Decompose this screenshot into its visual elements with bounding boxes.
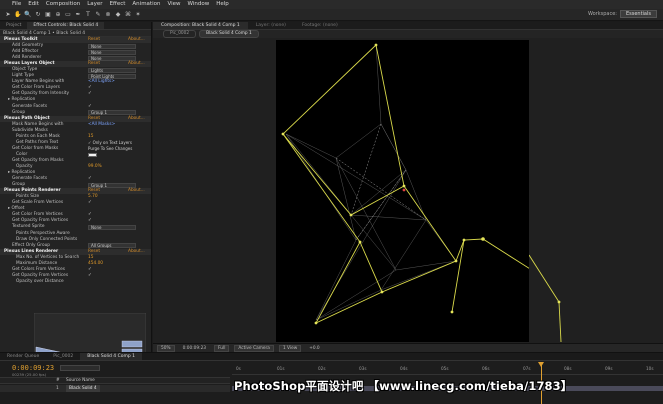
- menu-file[interactable]: File: [12, 0, 21, 9]
- column-source-name: Source Name: [66, 378, 95, 383]
- exposure-value[interactable]: +0.0: [306, 346, 322, 351]
- effect-controls-panel: Project Effect Controls: Black Solid 4 B…: [0, 22, 152, 352]
- toolbar: ➤ ✋ 🔍 ↻ ▣ ⊕ ▭ ✒ T ✎ ⊗ ◆ ⌘ ✶: [0, 9, 663, 21]
- clone-tool-icon[interactable]: ⊗: [104, 11, 112, 19]
- magnification-select[interactable]: 50%: [157, 344, 175, 352]
- menu-view[interactable]: View: [167, 0, 180, 9]
- composition-panel: Composition: Black Solid 4 Comp 1 Layer:…: [153, 22, 663, 352]
- time-ruler[interactable]: 0s 01s 02s 03s 04s 05s 06s 07s 08s 09s 10s: [232, 363, 663, 375]
- timeline-search-input[interactable]: [60, 365, 100, 371]
- menu-layer[interactable]: Layer: [87, 0, 102, 9]
- subtab-pic[interactable]: Pic_0002: [163, 30, 197, 38]
- property-dropdown[interactable]: All Groups: [88, 243, 136, 249]
- tab-footage[interactable]: Footage: (none): [294, 22, 346, 29]
- property-dropdown[interactable]: None: [88, 55, 136, 61]
- ruler-tick-label: 04s: [400, 366, 408, 371]
- arrow-tool-icon[interactable]: ➤: [4, 11, 12, 19]
- zoom-tool-icon[interactable]: 🔍: [24, 11, 32, 19]
- menu-composition[interactable]: Composition: [46, 0, 80, 9]
- property-label: Opacity over Distance: [16, 278, 64, 284]
- effect-property-list: Plexus Toolkit Reset About... Add Geometry N…: [0, 37, 151, 285]
- ruler-tick-label: 0s: [236, 366, 241, 371]
- menu-edit[interactable]: Edit: [28, 0, 39, 9]
- timeline-timecode[interactable]: 0:00:09:23: [12, 364, 54, 372]
- column-number: #: [56, 378, 60, 383]
- comp-panel-tabs: Composition: Black Solid 4 Comp 1 Layer:…: [153, 22, 663, 30]
- tab-composition[interactable]: Composition: Black Solid 4 Comp 1: [153, 22, 248, 29]
- current-time-display[interactable]: 0:00:09:23: [180, 346, 209, 351]
- brush-tool-icon[interactable]: ✎: [94, 11, 102, 19]
- eraser-tool-icon[interactable]: ◆: [114, 11, 122, 19]
- workspace-select[interactable]: Essentials: [619, 10, 657, 18]
- composition-viewer[interactable]: [276, 40, 529, 342]
- pen-tool-icon[interactable]: ✒: [74, 11, 82, 19]
- type-tool-icon[interactable]: T: [84, 11, 92, 19]
- ruler-tick-label: 09s: [605, 366, 613, 371]
- timeline-column-header: # Source Name: [0, 377, 230, 384]
- ruler-tick-label: 07s: [523, 366, 531, 371]
- tab-pic[interactable]: Pic_0002: [46, 353, 80, 360]
- tab-effect-controls[interactable]: Effect Controls: Black Solid 4: [27, 22, 105, 29]
- tab-render-queue[interactable]: Render Queue: [0, 353, 46, 360]
- property-dropdown[interactable]: Group 1: [88, 110, 136, 116]
- property-dropdown[interactable]: None: [88, 49, 136, 55]
- view-layout-select[interactable]: 1 View: [278, 344, 302, 352]
- ruler-tick-label: 01s: [277, 366, 285, 371]
- opacity-over-distance-graph[interactable]: [34, 313, 146, 352]
- layer-number: 1: [56, 386, 59, 391]
- after-effects-window: File Edit Composition Layer Effect Animation V…: [0, 0, 663, 404]
- roto-tool-icon[interactable]: ⌘: [124, 11, 132, 19]
- color-swatch[interactable]: [88, 152, 97, 157]
- ruler-tick-label: 05s: [441, 366, 449, 371]
- puppet-tool-icon[interactable]: ✶: [134, 11, 142, 19]
- camera-select[interactable]: Active Camera: [234, 344, 274, 352]
- mask-overflow-path: [529, 254, 562, 342]
- resolution-select[interactable]: Full: [214, 344, 230, 352]
- property-dropdown[interactable]: Group 1: [88, 182, 136, 188]
- workspace-label: Workspace:: [587, 11, 617, 17]
- tab-timeline-comp[interactable]: Black Solid 4 Comp 1: [80, 353, 143, 360]
- menubar: File Edit Composition Layer Effect Animation V…: [0, 0, 663, 9]
- ruler-tick-label: 08s: [564, 366, 572, 371]
- watermark-text: PhotoShop平面设计吧 【www.linecg.com/tieba/178…: [234, 379, 573, 393]
- comp-subtabs: Pic_0002 Black Solid 4 Comp 1: [153, 30, 663, 38]
- ruler-tick-label: 02s: [318, 366, 326, 371]
- camera-tool-icon[interactable]: ▣: [44, 11, 52, 19]
- ruler-tick-label: 03s: [359, 366, 367, 371]
- ruler-tick-label: 10s: [646, 366, 654, 371]
- timeline-tabs: Render Queue Pic_0002 Black Solid 4 Comp…: [0, 353, 663, 361]
- left-panel-tabs: Project Effect Controls: Black Solid 4: [0, 22, 151, 30]
- workspace-switcher: Workspace: Essentials: [588, 10, 657, 18]
- effect-property-row[interactable]: Opacity over Distance: [0, 279, 151, 285]
- tab-project[interactable]: Project: [0, 22, 27, 29]
- menu-window[interactable]: Window: [188, 0, 210, 9]
- menu-help[interactable]: Help: [216, 0, 229, 9]
- property-dropdown[interactable]: None: [88, 43, 136, 49]
- property-dropdown[interactable]: None: [88, 224, 136, 230]
- ruler-tick-label: 06s: [482, 366, 490, 371]
- subtab-comp[interactable]: Black Solid 4 Comp 1: [199, 30, 259, 38]
- property-dropdown[interactable]: Lights: [88, 67, 136, 73]
- rectangle-tool-icon[interactable]: ▭: [64, 11, 72, 19]
- hand-tool-icon[interactable]: ✋: [14, 11, 22, 19]
- menu-effect[interactable]: Effect: [110, 0, 126, 9]
- timeline-layer-row[interactable]: 1 Black Solid 4: [0, 385, 230, 392]
- effect-breadcrumb: Black Solid 4 Comp 1 • Black Solid 4: [0, 30, 151, 37]
- layer-name[interactable]: Black Solid 4: [66, 385, 100, 392]
- rotate-tool-icon[interactable]: ↻: [34, 11, 42, 19]
- pan-behind-tool-icon[interactable]: ⊕: [54, 11, 62, 19]
- menu-animation[interactable]: Animation: [132, 0, 160, 9]
- comp-viewer-controls: 50% 0:00:09:23 Full Active Camera 1 View…: [153, 343, 663, 352]
- tab-layer[interactable]: Layer: (none): [248, 22, 294, 29]
